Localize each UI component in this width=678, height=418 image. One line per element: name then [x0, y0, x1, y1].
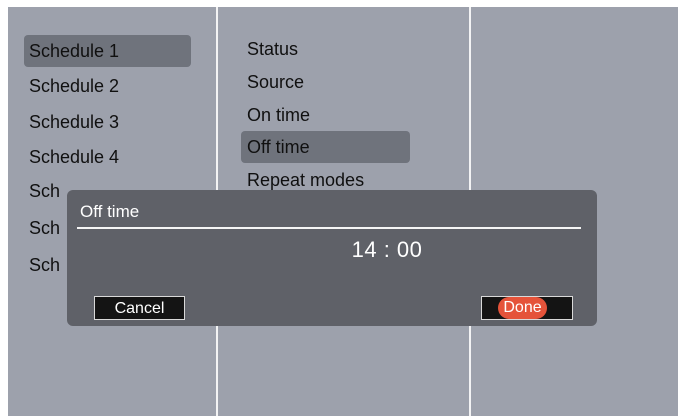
- dialog-divider: [77, 227, 581, 229]
- dialog-title: Off time: [80, 202, 140, 221]
- schedule-item-3[interactable]: Schedule 3: [24, 106, 191, 138]
- off-time-dialog: Off time 14 : 00 Cancel Done: [67, 190, 597, 326]
- done-button-label: Done: [498, 297, 547, 319]
- settings-item-off-time[interactable]: Off time: [241, 131, 410, 163]
- schedule-item-1[interactable]: Schedule 1: [24, 35, 191, 67]
- settings-item-on-time[interactable]: On time: [241, 99, 410, 131]
- cancel-button[interactable]: Cancel: [94, 296, 185, 320]
- schedule-item-2[interactable]: Schedule 2: [24, 70, 191, 102]
- settings-item-status[interactable]: Status: [241, 33, 410, 65]
- schedule-item-4[interactable]: Schedule 4: [24, 141, 191, 173]
- done-button[interactable]: Done: [481, 296, 573, 320]
- settings-item-source[interactable]: Source: [241, 66, 410, 98]
- time-value[interactable]: 14 : 00: [67, 237, 678, 263]
